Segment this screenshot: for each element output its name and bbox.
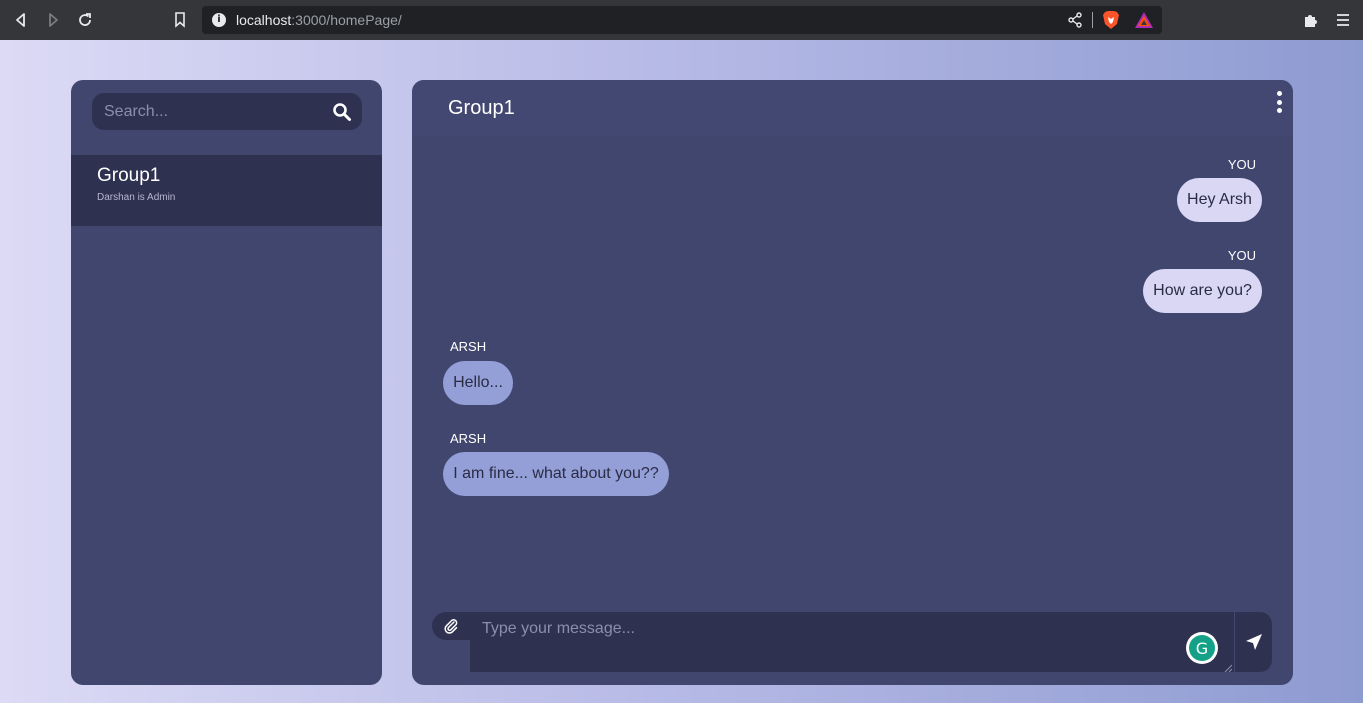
sidebar: Group1 Darshan is Admin bbox=[71, 80, 382, 685]
paperclip-icon bbox=[444, 619, 458, 634]
forward-button[interactable] bbox=[41, 8, 65, 32]
more-options-icon[interactable] bbox=[1274, 91, 1284, 113]
message-input[interactable] bbox=[470, 612, 1234, 672]
search-bar bbox=[92, 93, 362, 130]
forward-icon bbox=[49, 13, 58, 27]
message-bubble: I am fine... what about you?? bbox=[443, 452, 669, 496]
message-composer: G bbox=[432, 612, 1272, 672]
bookmark-button[interactable] bbox=[168, 8, 192, 32]
send-icon bbox=[1245, 634, 1262, 650]
bookmark-icon bbox=[175, 12, 185, 28]
address-bar[interactable]: i localhost:3000/homePage/ bbox=[202, 6, 1162, 34]
menu-button[interactable] bbox=[1331, 8, 1355, 32]
url-host: localhost bbox=[236, 12, 292, 28]
message-sender: ARSH bbox=[450, 431, 487, 446]
browser-toolbar: i localhost:3000/homePage/ bbox=[0, 0, 1363, 40]
reload-button[interactable] bbox=[73, 8, 97, 32]
send-button[interactable] bbox=[1234, 612, 1272, 672]
url-path: :3000/homePage/ bbox=[291, 12, 402, 28]
brave-shields-button[interactable] bbox=[1102, 10, 1120, 30]
url-separator bbox=[1092, 12, 1093, 28]
message-sender: ARSH bbox=[450, 339, 487, 354]
search-icon[interactable] bbox=[332, 102, 352, 122]
message-bubble: Hello... bbox=[443, 361, 513, 405]
group-name: Group1 bbox=[97, 165, 161, 186]
grammarly-icon: G bbox=[1189, 635, 1215, 661]
hamburger-icon bbox=[1337, 14, 1349, 26]
grammarly-button[interactable]: G bbox=[1186, 632, 1218, 664]
brave-rewards-button[interactable] bbox=[1134, 11, 1154, 29]
message-sender: YOU bbox=[1227, 157, 1256, 172]
back-button[interactable] bbox=[9, 8, 33, 32]
rewards-triangle-icon bbox=[1135, 12, 1153, 28]
chat-title: Group1 bbox=[448, 97, 515, 119]
puzzle-icon bbox=[1305, 15, 1317, 27]
message-bubble: Hey Arsh bbox=[1177, 178, 1262, 222]
share-button[interactable] bbox=[1067, 12, 1083, 28]
share-icon bbox=[1068, 12, 1082, 28]
group-list-item[interactable]: Group1 Darshan is Admin bbox=[71, 155, 382, 226]
search-input[interactable] bbox=[104, 93, 324, 130]
chat-header: Group1 bbox=[412, 80, 1293, 136]
chat-panel: Group1 YOU Hey Arsh YOU How are you? ARS… bbox=[412, 80, 1293, 685]
group-admin-label: Darshan is Admin bbox=[97, 192, 176, 203]
url-text[interactable]: localhost:3000/homePage/ bbox=[236, 12, 402, 28]
message-bubble: How are you? bbox=[1143, 269, 1262, 313]
back-icon bbox=[16, 13, 25, 27]
message-sender: YOU bbox=[1227, 248, 1256, 263]
attach-button[interactable] bbox=[432, 612, 470, 640]
reload-icon bbox=[79, 13, 91, 26]
url-actions bbox=[1067, 9, 1154, 31]
resize-handle-icon[interactable] bbox=[1224, 664, 1232, 672]
site-info-icon[interactable]: i bbox=[212, 13, 226, 27]
page-background: Group1 Darshan is Admin Group1 YOU Hey A… bbox=[0, 40, 1363, 703]
extensions-button[interactable] bbox=[1299, 8, 1323, 32]
brave-lion-icon bbox=[1103, 11, 1119, 29]
